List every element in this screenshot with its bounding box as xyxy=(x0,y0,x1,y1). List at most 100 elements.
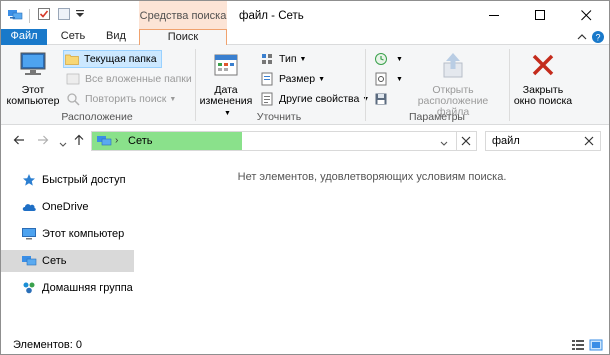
tab-search[interactable]: Поиск xyxy=(139,29,227,46)
network-icon xyxy=(21,253,37,269)
explorer-window: Средства поиска файл - Сеть Файл Сеть Ви… xyxy=(0,0,610,355)
close-window-button[interactable] xyxy=(563,1,609,29)
open-file-location-button[interactable]: Открыть расположение файла xyxy=(401,49,505,118)
sidebar-item-label: Домашняя группа xyxy=(42,282,133,294)
back-arrow-icon[interactable] xyxy=(13,134,25,149)
recent-searches-icon xyxy=(373,51,389,67)
other-properties-button[interactable]: Другие свойства ▼ xyxy=(259,90,369,108)
this-pc-label: Этот компьютер xyxy=(6,84,60,107)
address-dropdown-icon[interactable] xyxy=(440,138,448,150)
forward-arrow-icon[interactable] xyxy=(37,134,49,149)
advanced-options-button[interactable]: ▼ xyxy=(373,70,403,88)
search-input-value: файл xyxy=(492,135,520,147)
svg-text:?: ? xyxy=(595,33,600,43)
status-bar: Элементов: 0 xyxy=(1,337,609,354)
title-bar: Средства поиска файл - Сеть xyxy=(1,1,609,29)
details-view-icon[interactable] xyxy=(571,339,585,351)
current-folder-button[interactable]: Текущая папка xyxy=(63,50,162,68)
sidebar-item-network[interactable]: Сеть xyxy=(1,250,134,272)
new-folder-icon[interactable] xyxy=(57,7,71,21)
sidebar-item-onedrive[interactable]: OneDrive xyxy=(1,196,134,218)
chevron-down-icon: ▼ xyxy=(169,95,177,103)
address-bar[interactable]: › Сеть xyxy=(91,131,477,151)
sidebar-item-quick-access[interactable]: Быстрый доступ xyxy=(1,169,134,191)
up-arrow-icon[interactable] xyxy=(73,134,85,149)
group-separator xyxy=(509,49,510,121)
computer-icon xyxy=(17,49,49,81)
address-row: › Сеть файл xyxy=(1,126,609,156)
customize-toolbar-icon[interactable] xyxy=(75,7,85,21)
navigation-pane: Быстрый доступ OneDrive Этот компьютер С… xyxy=(1,161,135,337)
cloud-icon xyxy=(21,199,37,215)
advanced-options-icon xyxy=(373,71,389,87)
save-search-button[interactable] xyxy=(373,90,393,108)
sidebar-item-label: Быстрый доступ xyxy=(42,174,126,186)
collapse-ribbon-icon[interactable] xyxy=(575,30,589,44)
chevron-down-icon: ▼ xyxy=(299,55,307,63)
options-group-label: Параметры xyxy=(409,111,465,123)
other-properties-label: Другие свойства xyxy=(279,93,360,105)
clear-search-icon[interactable] xyxy=(584,136,594,149)
size-label: Размер xyxy=(279,73,316,85)
kind-button[interactable]: Тип ▼ xyxy=(259,50,306,68)
maximize-button[interactable] xyxy=(517,1,563,29)
network-icon xyxy=(96,134,112,151)
close-search-label: Закрыть окно поиска xyxy=(513,84,573,107)
ribbon-tabs: Файл Сеть Вид Поиск ? xyxy=(1,29,609,46)
refine-group-label: Уточнить xyxy=(256,111,302,123)
star-icon xyxy=(21,172,37,188)
homegroup-icon xyxy=(21,280,37,296)
group-separator xyxy=(195,49,196,121)
search-again-label: Повторить поиск xyxy=(85,93,167,105)
current-folder-label: Текущая папка xyxy=(84,53,157,65)
recent-searches-button[interactable]: ▼ xyxy=(373,50,403,68)
breadcrumb-chevron-icon[interactable]: › xyxy=(115,132,118,150)
date-modified-label: Дата изменения xyxy=(199,84,253,107)
sidebar-item-this-pc[interactable]: Этот компьютер xyxy=(1,223,134,245)
search-again-icon xyxy=(65,91,81,107)
close-search-icon xyxy=(527,49,559,81)
location-group-label: Расположение xyxy=(61,111,133,123)
search-again-button[interactable]: Повторить поиск ▼ xyxy=(65,90,176,108)
ribbon: Этот компьютер Текущая папка Все вложенн… xyxy=(1,45,609,125)
search-tools-context-label: Средства поиска xyxy=(139,1,227,29)
kind-label: Тип xyxy=(279,53,297,65)
separator xyxy=(456,132,457,150)
stop-search-icon[interactable] xyxy=(461,136,471,149)
sidebar-item-label: Сеть xyxy=(42,255,67,267)
sidebar-item-label: OneDrive xyxy=(42,201,89,213)
chevron-down-icon: ▼ xyxy=(318,75,326,83)
all-subfolders-button[interactable]: Все вложенные папки xyxy=(65,70,192,88)
sidebar-item-homegroup[interactable]: Домашняя группа xyxy=(1,277,134,299)
help-icon[interactable]: ? xyxy=(591,30,605,44)
group-separator xyxy=(365,49,366,121)
this-pc-button[interactable]: Этот компьютер xyxy=(5,49,61,107)
subfolders-icon xyxy=(65,71,81,87)
kind-icon xyxy=(259,51,275,67)
separator xyxy=(29,9,30,23)
all-subfolders-label: Все вложенные папки xyxy=(85,73,192,85)
empty-results-message: Нет элементов, удовлетворяющих условиям … xyxy=(237,171,507,183)
calendar-icon xyxy=(210,49,242,81)
save-icon xyxy=(373,91,389,107)
network-icon[interactable] xyxy=(7,7,23,21)
recent-locations-chevron-icon[interactable] xyxy=(59,136,67,151)
window-title: файл - Сеть xyxy=(239,10,304,22)
size-icon xyxy=(259,71,275,87)
properties-list-icon xyxy=(259,91,275,107)
tab-view[interactable]: Вид xyxy=(95,29,137,45)
tab-file[interactable]: Файл xyxy=(1,29,47,45)
size-button[interactable]: Размер ▼ xyxy=(259,70,325,88)
folder-icon xyxy=(64,51,80,67)
open-location-icon xyxy=(437,49,469,81)
search-input[interactable]: файл xyxy=(485,131,601,151)
sidebar-item-label: Этот компьютер xyxy=(42,228,125,240)
properties-icon[interactable] xyxy=(37,7,51,21)
close-search-button[interactable]: Закрыть окно поиска xyxy=(511,49,575,107)
tab-network[interactable]: Сеть xyxy=(51,29,95,45)
items-count: Элементов: 0 xyxy=(13,339,82,351)
minimize-button[interactable] xyxy=(471,1,517,29)
breadcrumb[interactable]: Сеть xyxy=(128,132,152,150)
date-modified-button[interactable]: Дата изменения ▼ xyxy=(197,49,255,119)
large-icons-view-icon[interactable] xyxy=(589,339,603,351)
